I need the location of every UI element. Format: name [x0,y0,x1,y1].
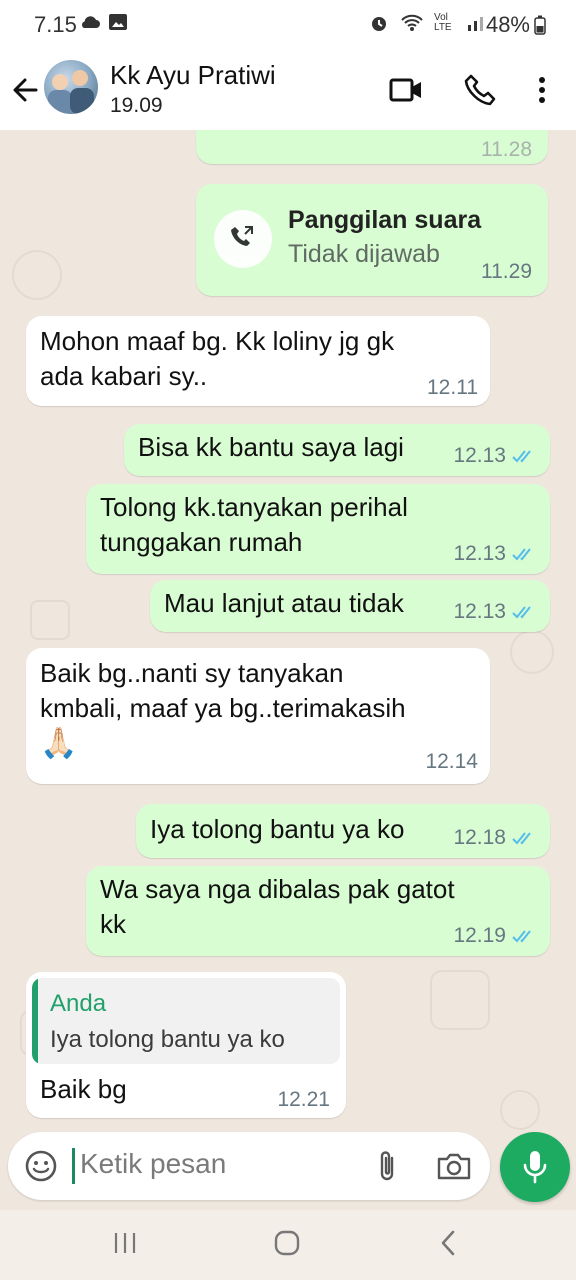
message-time: 11.29 [481,260,532,283]
text-caret [72,1148,75,1184]
message-text: Baik bg [40,1074,127,1104]
missed-call-icon [231,226,253,246]
contact-name[interactable]: Kk Ayu Pratiwi [110,60,276,91]
outgoing-message[interactable]: Tolong kk.tanyakan perihal tunggakan rum… [86,484,550,574]
outgoing-message[interactable]: Mau lanjut atau tidak 12.13 [150,580,550,632]
message-time: 12.21 [277,1088,330,1111]
mic-icon [523,1151,547,1184]
battery-level: 48% [486,12,546,38]
signal-icon [468,17,483,31]
quote-author: Anda [50,990,107,1017]
folded-hands-emoji: 🙏🏻 [40,727,78,760]
avatar[interactable] [44,60,98,114]
message-composer[interactable]: Ketik pesan [8,1132,490,1200]
message-text: Tolong kk.tanyakan perihal tunggakan rum… [100,492,408,557]
message-text: Baik bg..nanti sy tanyakan kmbali, maaf … [40,658,406,723]
home-nav-icon[interactable] [272,1228,302,1258]
quoted-message[interactable]: Anda Iya tolong bantu ya ko [32,978,340,1064]
message-text: Bisa kk bantu saya lagi [138,432,404,462]
message-time: 12.14 [425,750,478,773]
message-bubble-partial[interactable]: 11.28 [196,130,548,164]
message-time: 12.13 [453,444,538,468]
message-time: 12.19 [453,924,538,948]
status-bar: 7.15 Vol LTE 48% [0,0,576,50]
call-title: Panggilan suara [288,206,482,234]
message-time: 12.13 [453,542,538,566]
more-options-icon[interactable] [524,72,560,108]
message-text: Mau lanjut atau tidak [164,588,404,618]
message-input[interactable]: Ketik pesan [80,1148,226,1180]
quote-text: Iya tolong bantu ya ko [50,1026,285,1053]
voice-call-icon[interactable] [462,72,498,108]
mic-button[interactable] [500,1132,570,1202]
last-seen: 19.09 [110,94,163,117]
read-ticks-icon [512,930,531,943]
alarm-icon [372,17,386,31]
message-text: Iya tolong bantu ya ko [150,814,405,844]
message-time: 12.11 [427,376,478,399]
emoji-icon[interactable] [24,1149,58,1183]
outgoing-message[interactable]: Bisa kk bantu saya lagi 12.13 [124,424,550,476]
battery-icon [534,15,546,35]
recents-nav-icon[interactable] [110,1228,140,1258]
incoming-message[interactable]: Mohon maaf bg. Kk loliny jg gk ada kabar… [26,316,490,406]
back-arrow-icon[interactable] [10,70,40,110]
status-time: 7.15 [34,12,77,37]
cloud-icon [82,16,100,28]
attach-icon[interactable] [372,1148,402,1184]
outgoing-message[interactable]: Wa saya nga dibalas pak gatot kk 12.19 [86,866,550,956]
video-call-icon[interactable] [388,72,424,108]
wifi-icon [401,14,423,31]
incoming-reply-message[interactable]: Anda Iya tolong bantu ya ko Baik bg 12.2… [26,972,346,1118]
missed-call-bubble[interactable]: Panggilan suara Tidak dijawab 11.29 [196,184,548,296]
system-navigation-bar [0,1210,576,1280]
message-time: 12.13 [453,600,538,624]
message-text: Wa saya nga dibalas pak gatot kk [100,874,455,939]
message-text: Mohon maaf bg. Kk loliny jg gk ada kabar… [40,326,395,391]
incoming-message[interactable]: Baik bg..nanti sy tanyakan kmbali, maaf … [26,648,490,784]
volte-label: Vol LTE [434,12,452,33]
camera-icon[interactable] [436,1150,472,1182]
back-nav-icon[interactable] [434,1228,464,1258]
read-ticks-icon [512,450,531,463]
chat-header: Kk Ayu Pratiwi 19.09 [0,50,576,130]
read-ticks-icon [512,832,531,845]
chat-messages[interactable]: 11.28 Panggilan suara Tidak dijawab 11.2… [0,130,576,1210]
message-time: 12.18 [453,826,538,850]
outgoing-message[interactable]: Iya tolong bantu ya ko 12.18 [136,804,550,858]
call-status: Tidak dijawab [288,240,440,268]
read-ticks-icon [512,606,531,619]
read-ticks-icon [512,548,531,561]
gallery-icon [109,14,127,30]
missed-call-icon-wrap [214,210,272,268]
